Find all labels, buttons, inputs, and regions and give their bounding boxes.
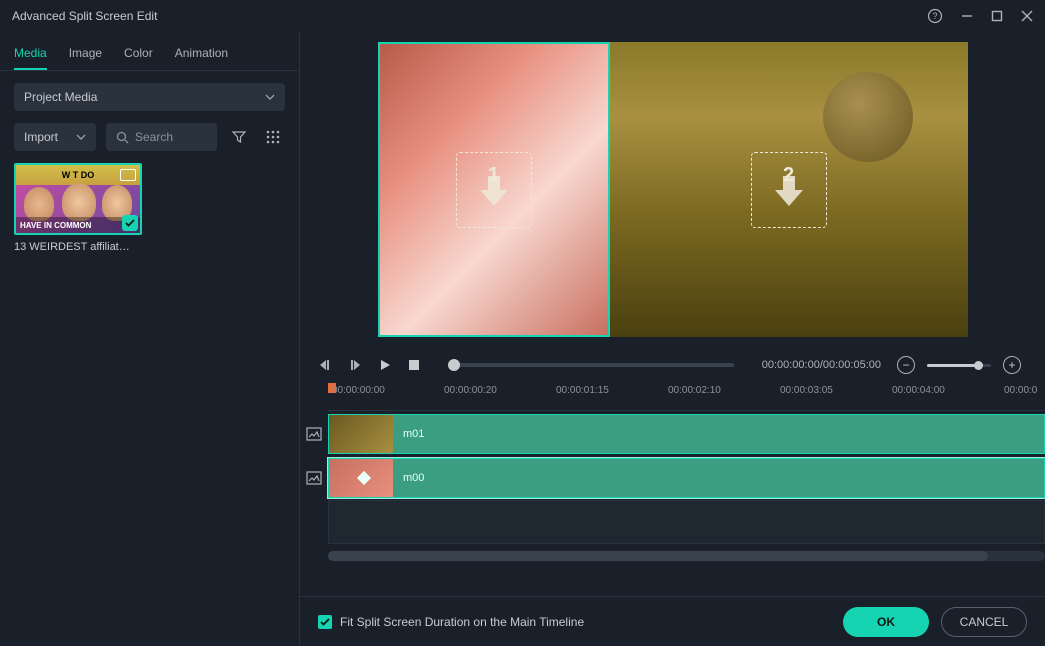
seek-bar[interactable] bbox=[448, 363, 734, 367]
hd-badge-icon bbox=[120, 169, 136, 181]
import-label: Import bbox=[24, 130, 58, 144]
arrow-down-icon bbox=[769, 170, 809, 210]
select-label: Project Media bbox=[24, 90, 97, 104]
clip-thumbnail bbox=[329, 415, 393, 453]
ruler-label: 00:00:0 bbox=[1004, 385, 1037, 396]
right-panel: 1 2 00:00:00:00/00:00:05:00 bbox=[300, 32, 1045, 646]
tab-color[interactable]: Color bbox=[124, 40, 153, 70]
ruler-label: 00:00:00:00 bbox=[332, 385, 385, 396]
window-title: Advanced Split Screen Edit bbox=[12, 9, 157, 23]
stop-button[interactable] bbox=[408, 359, 420, 371]
tab-media[interactable]: Media bbox=[14, 40, 47, 70]
search-placeholder: Search bbox=[135, 130, 173, 144]
preview-canvas[interactable]: 1 2 bbox=[378, 42, 968, 337]
clip-1[interactable]: m01 bbox=[328, 414, 1045, 454]
help-icon[interactable]: ? bbox=[927, 8, 943, 24]
timeline-scrollbar[interactable] bbox=[328, 551, 1045, 561]
svg-text:?: ? bbox=[932, 11, 937, 21]
check-icon bbox=[122, 215, 138, 231]
maximize-icon[interactable] bbox=[991, 10, 1003, 22]
prev-frame-button[interactable] bbox=[318, 358, 332, 372]
zoom-handle[interactable] bbox=[974, 361, 983, 370]
clip-label: m01 bbox=[403, 428, 424, 440]
fit-duration-label: Fit Split Screen Duration on the Main Ti… bbox=[340, 615, 584, 629]
cancel-button[interactable]: CANCEL bbox=[941, 607, 1027, 637]
chevron-down-icon bbox=[76, 134, 86, 140]
balloon-decoration bbox=[823, 72, 913, 162]
track-empty bbox=[300, 501, 1045, 543]
media-caption: 13 WEIRDEST affiliate mar... bbox=[14, 235, 130, 259]
left-panel: Media Image Color Animation Project Medi… bbox=[0, 32, 300, 646]
seek-handle[interactable] bbox=[448, 359, 460, 371]
ruler-label: 00:00:01:15 bbox=[556, 385, 609, 396]
clip-label: m00 bbox=[403, 472, 424, 484]
zoom-slider[interactable] bbox=[927, 364, 991, 367]
preview-area: 1 2 bbox=[300, 32, 1045, 347]
ruler-label: 00:00:02:10 bbox=[668, 385, 721, 396]
search-icon bbox=[116, 131, 129, 144]
project-media-select[interactable]: Project Media bbox=[14, 83, 285, 111]
tab-animation[interactable]: Animation bbox=[175, 40, 228, 70]
split-pane-2[interactable]: 2 bbox=[610, 42, 968, 337]
timecode: 00:00:00:00/00:00:05:00 bbox=[762, 359, 881, 371]
ruler-label: 00:00:04:00 bbox=[892, 385, 945, 396]
empty-track[interactable] bbox=[328, 500, 1045, 544]
media-thumbnail[interactable]: W T DO HAVE IN COMMON bbox=[14, 163, 142, 235]
search-input[interactable]: Search bbox=[106, 123, 217, 151]
timeline: 00:00:00:00 00:00:00:20 00:00:01:15 00:0… bbox=[300, 383, 1045, 596]
minimize-icon[interactable] bbox=[961, 10, 973, 22]
image-track-icon[interactable] bbox=[300, 427, 328, 441]
split-pane-1[interactable]: 1 bbox=[378, 42, 610, 337]
zoom-out-button[interactable]: − bbox=[897, 356, 915, 374]
ruler-label: 00:00:03:05 bbox=[780, 385, 833, 396]
next-frame-button[interactable] bbox=[348, 358, 362, 372]
arrow-down-icon bbox=[474, 170, 514, 210]
timeline-ruler[interactable]: 00:00:00:00 00:00:00:20 00:00:01:15 00:0… bbox=[328, 383, 1045, 411]
play-button[interactable] bbox=[378, 358, 392, 372]
filter-icon[interactable] bbox=[227, 125, 251, 149]
image-track-icon[interactable] bbox=[300, 471, 328, 485]
footer: Fit Split Screen Duration on the Main Ti… bbox=[300, 596, 1045, 646]
title-bar: Advanced Split Screen Edit ? bbox=[0, 0, 1045, 32]
clip-2[interactable]: m00 bbox=[328, 458, 1045, 498]
playback-controls: 00:00:00:00/00:00:05:00 − + bbox=[300, 347, 1045, 383]
tab-image[interactable]: Image bbox=[69, 40, 102, 70]
close-icon[interactable] bbox=[1021, 10, 1033, 22]
grid-icon[interactable] bbox=[261, 125, 285, 149]
chevron-down-icon bbox=[265, 94, 275, 100]
ok-button[interactable]: OK bbox=[843, 607, 929, 637]
tabs: Media Image Color Animation bbox=[0, 32, 299, 71]
media-item[interactable]: W T DO HAVE IN COMMON 13 WEIRDEST affili… bbox=[0, 163, 130, 259]
drop-zone-2[interactable]: 2 bbox=[751, 152, 827, 228]
zoom-in-button[interactable]: + bbox=[1003, 356, 1021, 374]
track-2: m00 bbox=[300, 457, 1045, 499]
fit-duration-checkbox[interactable] bbox=[318, 615, 332, 629]
ruler-label: 00:00:00:20 bbox=[444, 385, 497, 396]
track-1: m01 bbox=[300, 413, 1045, 455]
import-button[interactable]: Import bbox=[14, 123, 96, 151]
drop-zone-1[interactable]: 1 bbox=[456, 152, 532, 228]
scrollbar-thumb[interactable] bbox=[328, 551, 988, 561]
